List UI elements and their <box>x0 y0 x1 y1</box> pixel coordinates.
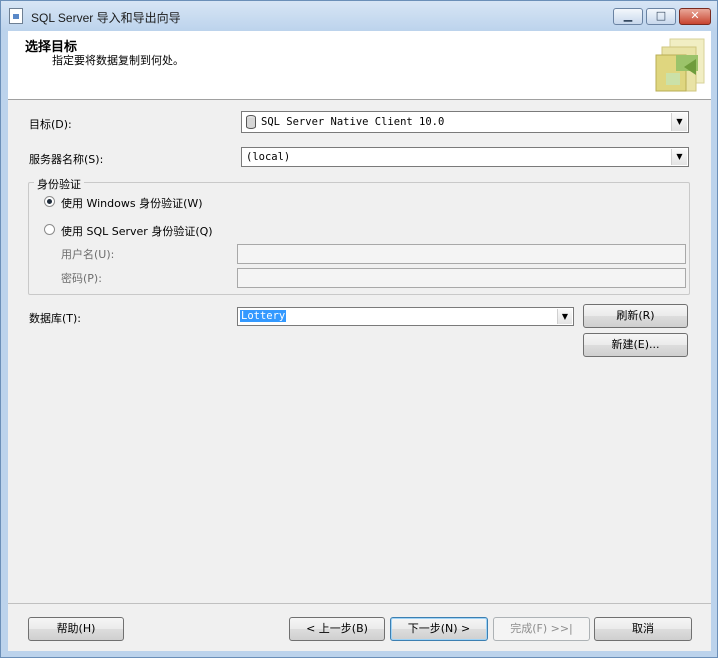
minimize-icon: ▁ <box>623 9 633 22</box>
password-field[interactable] <box>237 268 686 288</box>
destination-label: 目标(D): <box>29 118 72 131</box>
database-value[interactable]: Lottery <box>240 310 287 322</box>
chevron-down-icon[interactable]: ▼ <box>671 149 687 165</box>
close-icon: ✕ <box>690 9 700 22</box>
maximize-icon: □ <box>655 9 667 22</box>
chevron-down-icon[interactable]: ▼ <box>557 309 572 324</box>
database-label: 数据库(T): <box>29 312 82 325</box>
refresh-button[interactable]: 刷新(R) <box>583 304 688 328</box>
document-icon <box>9 8 23 24</box>
page-subtitle: 指定要将数据复制到何处。 <box>52 54 184 67</box>
title-bar[interactable]: SQL Server 导入和导出向导 ▁ □ ✕ <box>1 1 717 31</box>
minimize-button[interactable]: ▁ <box>613 8 643 25</box>
finish-button[interactable]: 完成(F) >>| <box>493 617 590 641</box>
database-icon <box>246 115 256 129</box>
username-label: 用户名(U): <box>61 248 115 261</box>
sql-auth-radio[interactable] <box>44 224 55 235</box>
footer-divider <box>8 603 711 604</box>
chevron-down-icon[interactable]: ▼ <box>671 113 687 131</box>
new-database-button[interactable]: 新建(E)... <box>583 333 688 357</box>
password-label: 密码(P): <box>61 272 102 285</box>
wizard-client-area: 选择目标 指定要将数据复制到何处。 目标(D): SQL Server Nati… <box>8 31 711 651</box>
maximize-button[interactable]: □ <box>646 8 676 25</box>
next-button[interactable]: 下一步(N) > <box>390 617 488 641</box>
windows-auth-radio[interactable] <box>44 196 55 207</box>
cancel-button[interactable]: 取消 <box>594 617 692 641</box>
wizard-folder-icon <box>655 38 705 92</box>
window-title: SQL Server 导入和导出向导 <box>31 11 181 25</box>
close-button[interactable]: ✕ <box>679 8 711 25</box>
help-button[interactable]: 帮助(H) <box>28 617 124 641</box>
server-name-combo[interactable]: (local) ▼ <box>241 147 689 167</box>
database-combo[interactable]: Lottery ▼ <box>237 307 574 326</box>
server-name-value: (local) <box>246 151 291 163</box>
authentication-group-title: 身份验证 <box>34 176 84 192</box>
destination-select[interactable]: SQL Server Native Client 10.0 ▼ <box>241 111 689 133</box>
sql-auth-label[interactable]: 使用 SQL Server 身份验证(Q) <box>61 223 213 239</box>
destination-value: SQL Server Native Client 10.0 <box>261 116 445 128</box>
server-name-label: 服务器名称(S): <box>29 153 104 166</box>
back-button[interactable]: < 上一步(B) <box>289 617 385 641</box>
username-field[interactable] <box>237 244 686 264</box>
wizard-window: SQL Server 导入和导出向导 ▁ □ ✕ 选择目标 指定要将数据复制到何… <box>0 0 718 658</box>
windows-auth-label[interactable]: 使用 Windows 身份验证(W) <box>61 195 203 211</box>
wizard-header: 选择目标 指定要将数据复制到何处。 <box>8 31 711 100</box>
